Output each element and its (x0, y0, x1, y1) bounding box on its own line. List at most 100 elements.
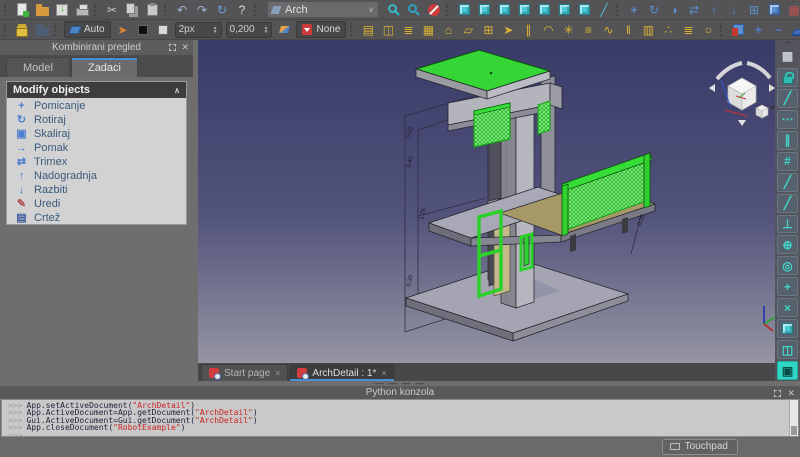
toolbar-grip[interactable] (720, 23, 725, 36)
construction-mode-icon[interactable]: ▣ (777, 361, 798, 380)
toolbar-grip[interactable] (164, 3, 169, 16)
toolbar-grip[interactable] (4, 3, 9, 16)
refresh-icon[interactable]: ↻ (213, 1, 231, 19)
mirror-icon[interactable]: ◑ (665, 1, 683, 19)
toolbar-grip[interactable] (94, 3, 99, 16)
close-icon[interactable]: × (381, 368, 386, 378)
arch-window-icon[interactable]: ⊞ (479, 21, 497, 39)
arch-schedule-icon[interactable]: ≣ (679, 21, 697, 39)
draft-edit-icon[interactable] (385, 1, 403, 19)
snap-angle-icon[interactable]: ╱ (777, 194, 798, 213)
3d-viewport[interactable]: 0.50 0.40 1.75 0.30 0.25 (198, 40, 775, 363)
rotate-icon[interactable]: ↻ (645, 1, 663, 19)
working-plane-color-icon[interactable] (275, 21, 293, 39)
draft-zoom-icon[interactable] (405, 1, 423, 19)
arch-frame-icon[interactable]: ▦ (419, 21, 437, 39)
toolbar-grip[interactable] (350, 23, 355, 36)
move-icon[interactable]: + (625, 1, 643, 19)
open-file-icon[interactable] (33, 1, 51, 19)
arch-curve-icon[interactable]: ∿ (599, 21, 617, 39)
downgrade-icon[interactable]: ↓ (725, 1, 743, 19)
dock-close-icon[interactable]: ✕ (181, 42, 189, 53)
snap-working-plane-icon[interactable]: ╱ (777, 173, 798, 192)
arch-wall-icon[interactable]: ▤ (359, 21, 377, 39)
section-cut-icon[interactable] (729, 21, 747, 39)
arch-rebar-icon[interactable]: ≣ (399, 21, 417, 39)
view-front-icon[interactable] (495, 1, 513, 19)
draft-to-sketch-icon[interactable]: ⊞ (745, 1, 763, 19)
lock-icon[interactable] (777, 68, 798, 87)
tab-model[interactable]: Model (6, 57, 70, 77)
arch-coins-icon[interactable] (13, 21, 31, 39)
task-item-pomicanje[interactable]: +Pomicanje (7, 98, 186, 112)
shape-2d-view-icon[interactable] (765, 1, 783, 19)
snap-intersection-icon[interactable]: + (777, 277, 798, 296)
auto-group-button[interactable]: Auto (64, 21, 111, 38)
tab-zadaci[interactable]: Zadaci (71, 57, 138, 77)
task-item-razbiti[interactable]: ↓Razbiti (7, 182, 186, 196)
toolbar-grip[interactable] (4, 23, 9, 36)
dock-float-icon[interactable] (169, 44, 176, 51)
snap-none-combo[interactable]: None (296, 21, 346, 38)
measure-icon[interactable]: ╱ (595, 1, 613, 19)
heal-icon[interactable]: ▦ (785, 1, 800, 19)
scale-value-spinner[interactable]: 0,200▲▼ (226, 22, 273, 38)
whats-this-icon[interactable]: ? (233, 1, 251, 19)
snap-near-icon[interactable]: × (777, 298, 798, 317)
console-close-icon[interactable]: ✕ (787, 388, 795, 399)
new-file-icon[interactable] (13, 1, 31, 19)
snap-parallel-icon[interactable]: ∥ (777, 131, 798, 150)
save-icon[interactable] (53, 1, 71, 19)
snapbar-grip[interactable]: •• (785, 41, 790, 46)
arch-pipe-icon[interactable]: ○ (699, 21, 717, 39)
toolbar-grip[interactable] (54, 23, 59, 36)
snap-grid-icon[interactable]: # (777, 152, 798, 171)
copy-icon[interactable] (123, 1, 141, 19)
arch-structure-icon[interactable]: ◫ (379, 21, 397, 39)
arch-roof-icon[interactable]: ⌂ (439, 21, 457, 39)
task-item-crtež[interactable]: ▤Crtež (7, 210, 186, 224)
view-axonometric-icon[interactable] (475, 1, 493, 19)
navigation-cube[interactable] (709, 63, 775, 126)
arch-points-icon[interactable]: ∴ (659, 21, 677, 39)
snap-perpendicular-icon[interactable]: ⊥ (777, 215, 798, 234)
task-item-skaliraj[interactable]: ▣Skaliraj (7, 126, 186, 140)
document-tab[interactable]: Start page× (201, 364, 288, 381)
snap-midpoint-icon[interactable]: ⋯ (777, 110, 798, 129)
snap-endpoint-icon[interactable]: ╱ (777, 89, 798, 108)
undo-icon[interactable]: ↶ (173, 1, 191, 19)
survey-icon[interactable] (789, 21, 800, 39)
view-rear-icon[interactable] (555, 1, 573, 19)
console-scrollbar[interactable] (789, 400, 798, 436)
line-color-icon[interactable] (134, 21, 152, 39)
arch-pointer-icon[interactable]: ➤ (499, 21, 517, 39)
view-right-icon[interactable] (535, 1, 553, 19)
view-top-icon[interactable] (515, 1, 533, 19)
working-plane-cube-icon[interactable] (777, 319, 798, 338)
snap-center-icon[interactable]: ⊕ (777, 235, 798, 254)
line-width-spinner[interactable]: 2px▲▼ (175, 22, 222, 38)
arch-folder-icon[interactable] (33, 21, 51, 39)
draft-construction-icon[interactable]: ➤ (114, 21, 132, 39)
arch-axis-icon[interactable]: ‖ (619, 21, 637, 39)
console-float-icon[interactable] (774, 390, 781, 397)
toggle-grid-icon[interactable]: ▦ (777, 47, 798, 66)
redo-icon[interactable]: ↷ (193, 1, 211, 19)
arch-grid-icon[interactable]: ▥ (639, 21, 657, 39)
upgrade-icon[interactable]: ↑ (705, 1, 723, 19)
arch-panel-icon[interactable]: ▱ (459, 21, 477, 39)
fit-all-icon[interactable] (455, 1, 473, 19)
task-panel-header[interactable]: Modify objects ∧ (7, 82, 186, 98)
toolbar-grip[interactable] (616, 3, 621, 16)
workbench-selector[interactable]: Arch∨ (267, 1, 379, 18)
close-icon[interactable]: × (275, 368, 280, 378)
snap-concentric-icon[interactable]: ◎ (777, 256, 798, 275)
snap-dimensions-icon[interactable]: ◫ (777, 340, 798, 359)
remove-component-icon[interactable]: − (769, 21, 787, 39)
arch-site-icon[interactable]: ✳ (559, 21, 577, 39)
splitter-handle[interactable]: — — — — (375, 382, 426, 385)
task-item-uredi[interactable]: ✎Uredi (7, 196, 186, 210)
touchpad-button[interactable]: Touchpad (662, 439, 738, 455)
toolbar-grip[interactable] (254, 3, 259, 16)
arch-pipes-icon[interactable]: ∥ (519, 21, 537, 39)
